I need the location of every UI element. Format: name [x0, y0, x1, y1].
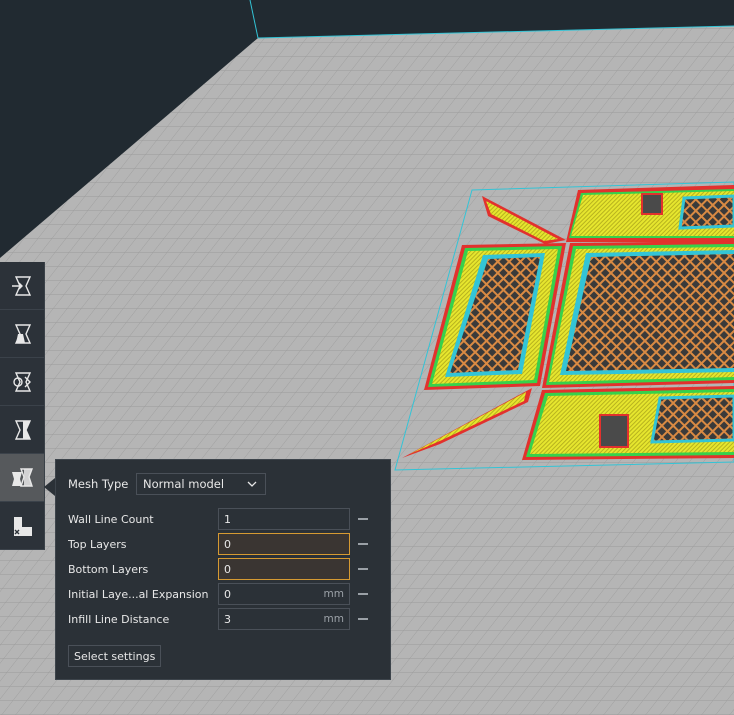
support-blocker-tool[interactable]	[0, 406, 44, 454]
cutting-mesh-tool[interactable]	[0, 358, 44, 406]
overlap-settings-icon	[14, 323, 32, 344]
mesh-type-value: Normal model	[143, 477, 225, 491]
support-blocker-icon	[14, 419, 32, 440]
print-as-support-tool[interactable]	[0, 262, 44, 310]
mesh-type-row: Mesh Type Normal model	[68, 472, 266, 496]
setting-row-top-layers: Top Layers 0	[68, 533, 380, 555]
setting-label: Wall Line Count	[68, 512, 154, 526]
setting-label: Bottom Layers	[68, 562, 149, 576]
bottom-layers-input[interactable]: 0	[218, 558, 350, 580]
setting-row-infill-line-distance: Infill Line Distance 3 mm	[68, 608, 380, 630]
unit-label: mm	[323, 588, 344, 600]
remove-setting-icon[interactable]	[358, 543, 368, 545]
setting-label: Initial Laye...al Expansion	[68, 587, 209, 601]
per-model-settings-icon	[12, 467, 34, 487]
left-toolbar	[0, 262, 45, 550]
remove-setting-icon[interactable]	[358, 618, 368, 620]
remove-setting-icon[interactable]	[358, 568, 368, 570]
setting-label: Top Layers	[68, 537, 127, 551]
setting-label: Infill Line Distance	[68, 612, 170, 626]
unit-label: mm	[323, 613, 344, 625]
panel-pointer	[44, 478, 55, 496]
support-eraser-icon	[14, 516, 32, 536]
setting-row-initial-layer-expansion: Initial Laye...al Expansion 0 mm	[68, 583, 380, 605]
support-eraser-tool[interactable]	[0, 502, 44, 550]
per-model-settings-panel: Mesh Type Normal model Wall Line Count 1…	[55, 459, 391, 680]
select-settings-button[interactable]: Select settings	[68, 645, 162, 667]
overlap-settings-tool[interactable]	[0, 310, 44, 358]
setting-row-bottom-layers: Bottom Layers 0	[68, 558, 380, 580]
setting-row-wall-line-count: Wall Line Count 1	[68, 508, 380, 530]
per-model-settings-tool[interactable]	[0, 454, 44, 502]
print-as-support-icon	[12, 275, 32, 296]
wall-line-count-input[interactable]: 1	[218, 508, 350, 530]
cutting-mesh-icon	[13, 371, 32, 392]
mesh-type-label: Mesh Type	[68, 477, 129, 491]
initial-layer-expansion-input[interactable]: 0 mm	[218, 583, 350, 605]
remove-setting-icon[interactable]	[358, 593, 368, 595]
chevron-down-icon	[247, 481, 257, 487]
infill-line-distance-input[interactable]: 3 mm	[218, 608, 350, 630]
mesh-type-dropdown[interactable]: Normal model	[136, 473, 266, 495]
top-layers-input[interactable]: 0	[218, 533, 350, 555]
remove-setting-icon[interactable]	[358, 518, 368, 520]
